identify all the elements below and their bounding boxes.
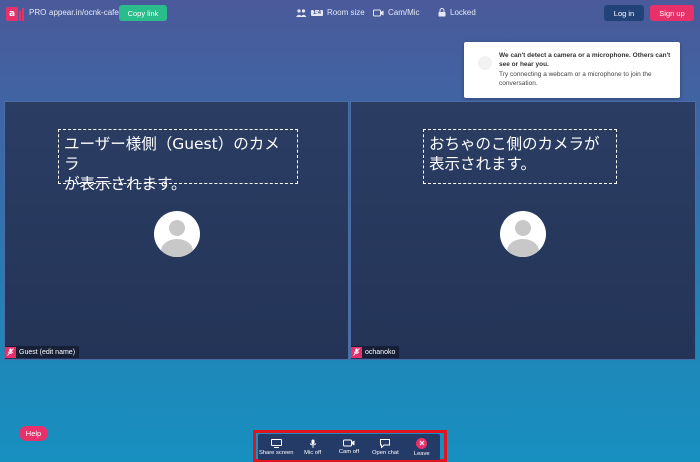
warning-icon <box>478 56 492 70</box>
top-bar: a PRO appear.in/ocnk-cafe Copy link 1:4 … <box>0 0 700 28</box>
avatar <box>154 211 200 257</box>
tile-caption: おちゃのこ側のカメラが 表示されます。 <box>423 129 617 184</box>
cam-off-label: Cam off <box>338 449 360 455</box>
video-tile-host: おちゃのこ側のカメラが 表示されます。 ochanoko <box>350 101 696 360</box>
avatar <box>500 211 546 257</box>
close-icon <box>416 437 428 449</box>
login-button[interactable]: Log in <box>604 5 644 21</box>
copy-link-button[interactable]: Copy link <box>119 5 167 21</box>
room-size-button[interactable]: 1:4 Room size <box>296 8 365 17</box>
people-icon <box>296 8 307 17</box>
mic-muted-icon <box>5 346 16 358</box>
cam-mic-button[interactable]: Cam/Mic <box>373 8 420 17</box>
participant-name-tag: ochanoko <box>351 346 400 358</box>
mic-off-button[interactable]: Mic off <box>295 435 331 459</box>
monitor-icon <box>270 438 282 448</box>
notice-title: We can't detect a camera or a microphone… <box>499 52 671 68</box>
microphone-icon <box>309 439 316 448</box>
notice-body: Try connecting a webcam or a microphone … <box>499 71 652 87</box>
help-button[interactable]: Help <box>19 426 48 441</box>
call-controls-bar: Share screen Mic off Cam off Open chat L… <box>258 434 440 460</box>
share-screen-label: Share screen <box>258 449 294 456</box>
appear-in-logo[interactable]: a <box>6 7 24 21</box>
cam-mic-label: Cam/Mic <box>388 8 420 17</box>
share-screen-button[interactable]: Share screen <box>258 435 294 459</box>
signup-button[interactable]: Sign up <box>650 5 694 21</box>
room-url: appear.in/ocnk-cafe <box>49 8 119 17</box>
participant-name: ochanoko <box>365 348 396 356</box>
participant-name-tag[interactable]: Guest (edit name) <box>5 346 80 358</box>
open-chat-label: Open chat <box>371 449 399 456</box>
participant-name[interactable]: Guest (edit name) <box>19 349 75 356</box>
locked-label: Locked <box>450 8 476 17</box>
locked-button[interactable]: Locked <box>438 8 476 17</box>
device-warning-notice: We can't detect a camera or a microphone… <box>464 42 680 98</box>
open-chat-button[interactable]: Open chat <box>367 435 403 459</box>
camera-icon <box>373 9 384 16</box>
video-tile-guest: ユーザー様側（Guest）のカメラ が表示されます。 Guest (edit n… <box>4 101 349 360</box>
lock-icon <box>438 8 446 17</box>
plan-badge: PRO <box>29 8 47 17</box>
room-size-label: Room size <box>326 8 365 17</box>
mic-off-label: Mic off <box>304 449 322 456</box>
video-camera-icon <box>342 439 355 447</box>
cam-off-button[interactable]: Cam off <box>331 435 367 459</box>
leave-label: Leave <box>413 450 430 457</box>
chat-bubble-icon <box>380 438 391 448</box>
leave-button[interactable]: Leave <box>404 435 440 459</box>
room-size-badge: 1:4 <box>311 9 323 16</box>
tile-caption: ユーザー様側（Guest）のカメラ が表示されます。 <box>58 129 298 193</box>
mic-muted-icon <box>351 346 362 358</box>
